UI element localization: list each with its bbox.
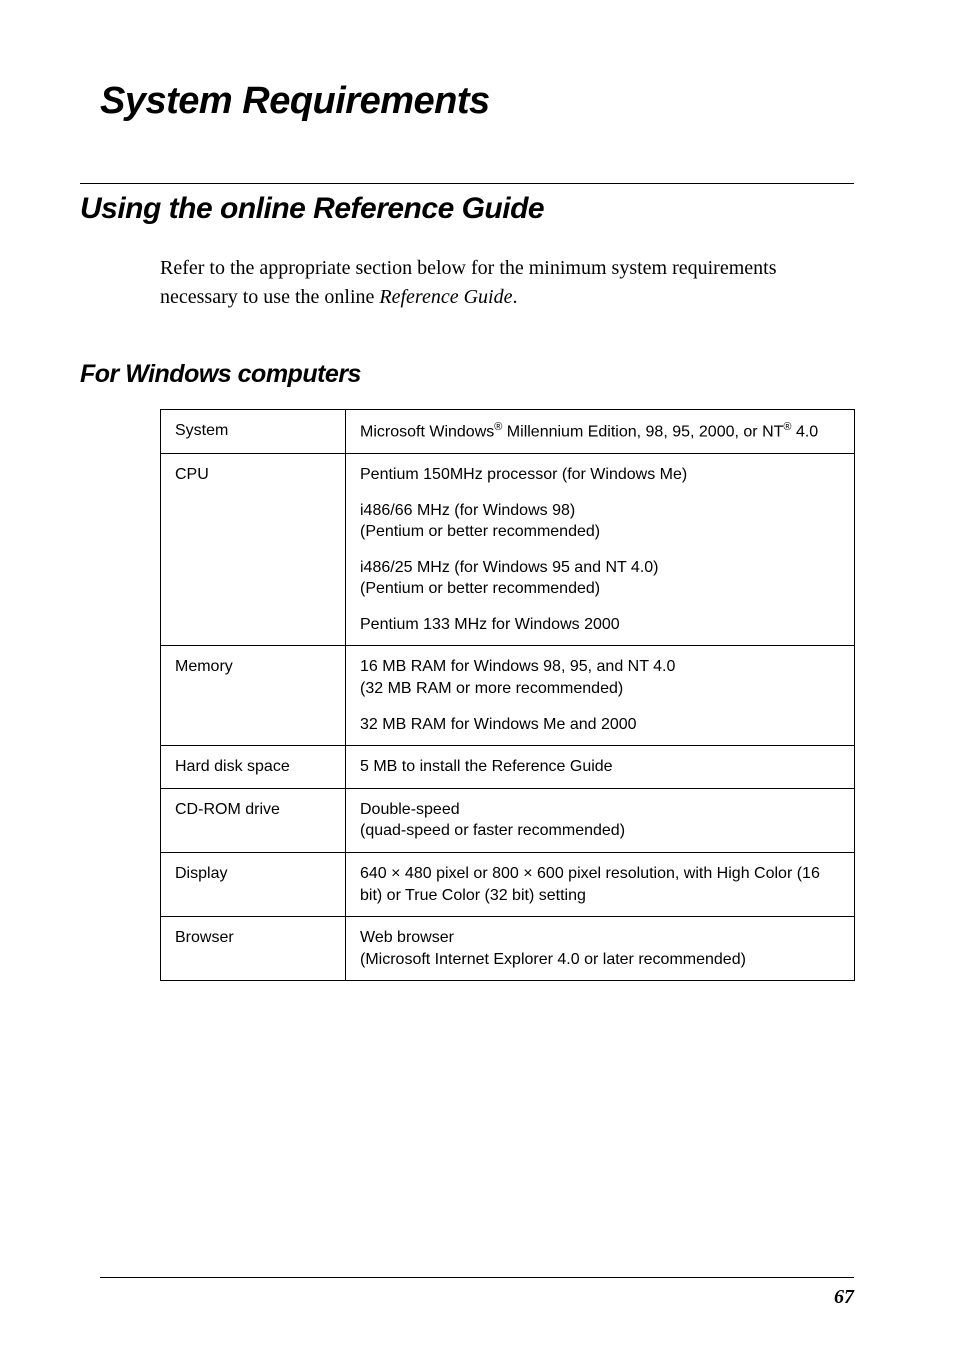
- page-title: System Requirements: [100, 80, 854, 123]
- intro-suffix: .: [512, 286, 517, 308]
- table-row: Display640 × 480 pixel or 800 × 600 pixe…: [161, 853, 855, 917]
- table-cell-label: Display: [161, 853, 346, 917]
- table-cell-label: CPU: [161, 453, 346, 646]
- table-cell-block: i486/25 MHz (for Windows 95 and NT 4.0)(…: [360, 557, 840, 600]
- table-cell-label: Browser: [161, 917, 346, 981]
- table-cell-block: Pentium 133 MHz for Windows 2000: [360, 614, 840, 636]
- page-footer: 67: [100, 1277, 854, 1309]
- table-cell-block: 32 MB RAM for Windows Me and 2000: [360, 714, 840, 736]
- intro-italic: Reference Guide: [379, 286, 512, 308]
- table-cell-label: System: [161, 410, 346, 454]
- table-cell-block: i486/66 MHz (for Windows 98)(Pentium or …: [360, 500, 840, 543]
- table-cell-block: 16 MB RAM for Windows 98, 95, and NT 4.0…: [360, 656, 840, 699]
- table-row: Memory 16 MB RAM for Windows 98, 95, and …: [161, 646, 855, 746]
- table-row: BrowserWeb browser(Microsoft Internet Ex…: [161, 917, 855, 981]
- table-cell-value: Double-speed(quad-speed or faster recomm…: [346, 788, 855, 852]
- intro-paragraph: Refer to the appropriate section below f…: [160, 254, 854, 312]
- table-cell-label: Memory: [161, 646, 346, 746]
- table-cell-value: Microsoft Windows® Millennium Edition, 9…: [346, 410, 855, 454]
- table-cell-value: 640 × 480 pixel or 800 × 600 pixel resol…: [346, 853, 855, 917]
- table-cell-value: 5 MB to install the Reference Guide: [346, 746, 855, 789]
- table-row: Hard disk space5 MB to install the Refer…: [161, 746, 855, 789]
- page-number: 67: [834, 1286, 854, 1308]
- subsection-heading: For Windows computers: [80, 360, 854, 389]
- table-row: CD-ROM driveDouble-speed(quad-speed or f…: [161, 788, 855, 852]
- table-cell-value: Pentium 150MHz processor (for Windows Me…: [346, 453, 855, 646]
- table-cell-label: Hard disk space: [161, 746, 346, 789]
- requirements-table: SystemMicrosoft Windows® Millennium Edit…: [160, 409, 855, 981]
- table-row: CPU Pentium 150MHz processor (for Windows…: [161, 453, 855, 646]
- table-cell-label: CD-ROM drive: [161, 788, 346, 852]
- table-row: SystemMicrosoft Windows® Millennium Edit…: [161, 410, 855, 454]
- section-heading: Using the online Reference Guide: [80, 192, 854, 226]
- table-cell-block: Pentium 150MHz processor (for Windows Me…: [360, 464, 840, 486]
- table-cell-value: Web browser(Microsoft Internet Explorer …: [346, 917, 855, 981]
- section-divider: [80, 183, 854, 184]
- table-cell-value: 16 MB RAM for Windows 98, 95, and NT 4.0…: [346, 646, 855, 746]
